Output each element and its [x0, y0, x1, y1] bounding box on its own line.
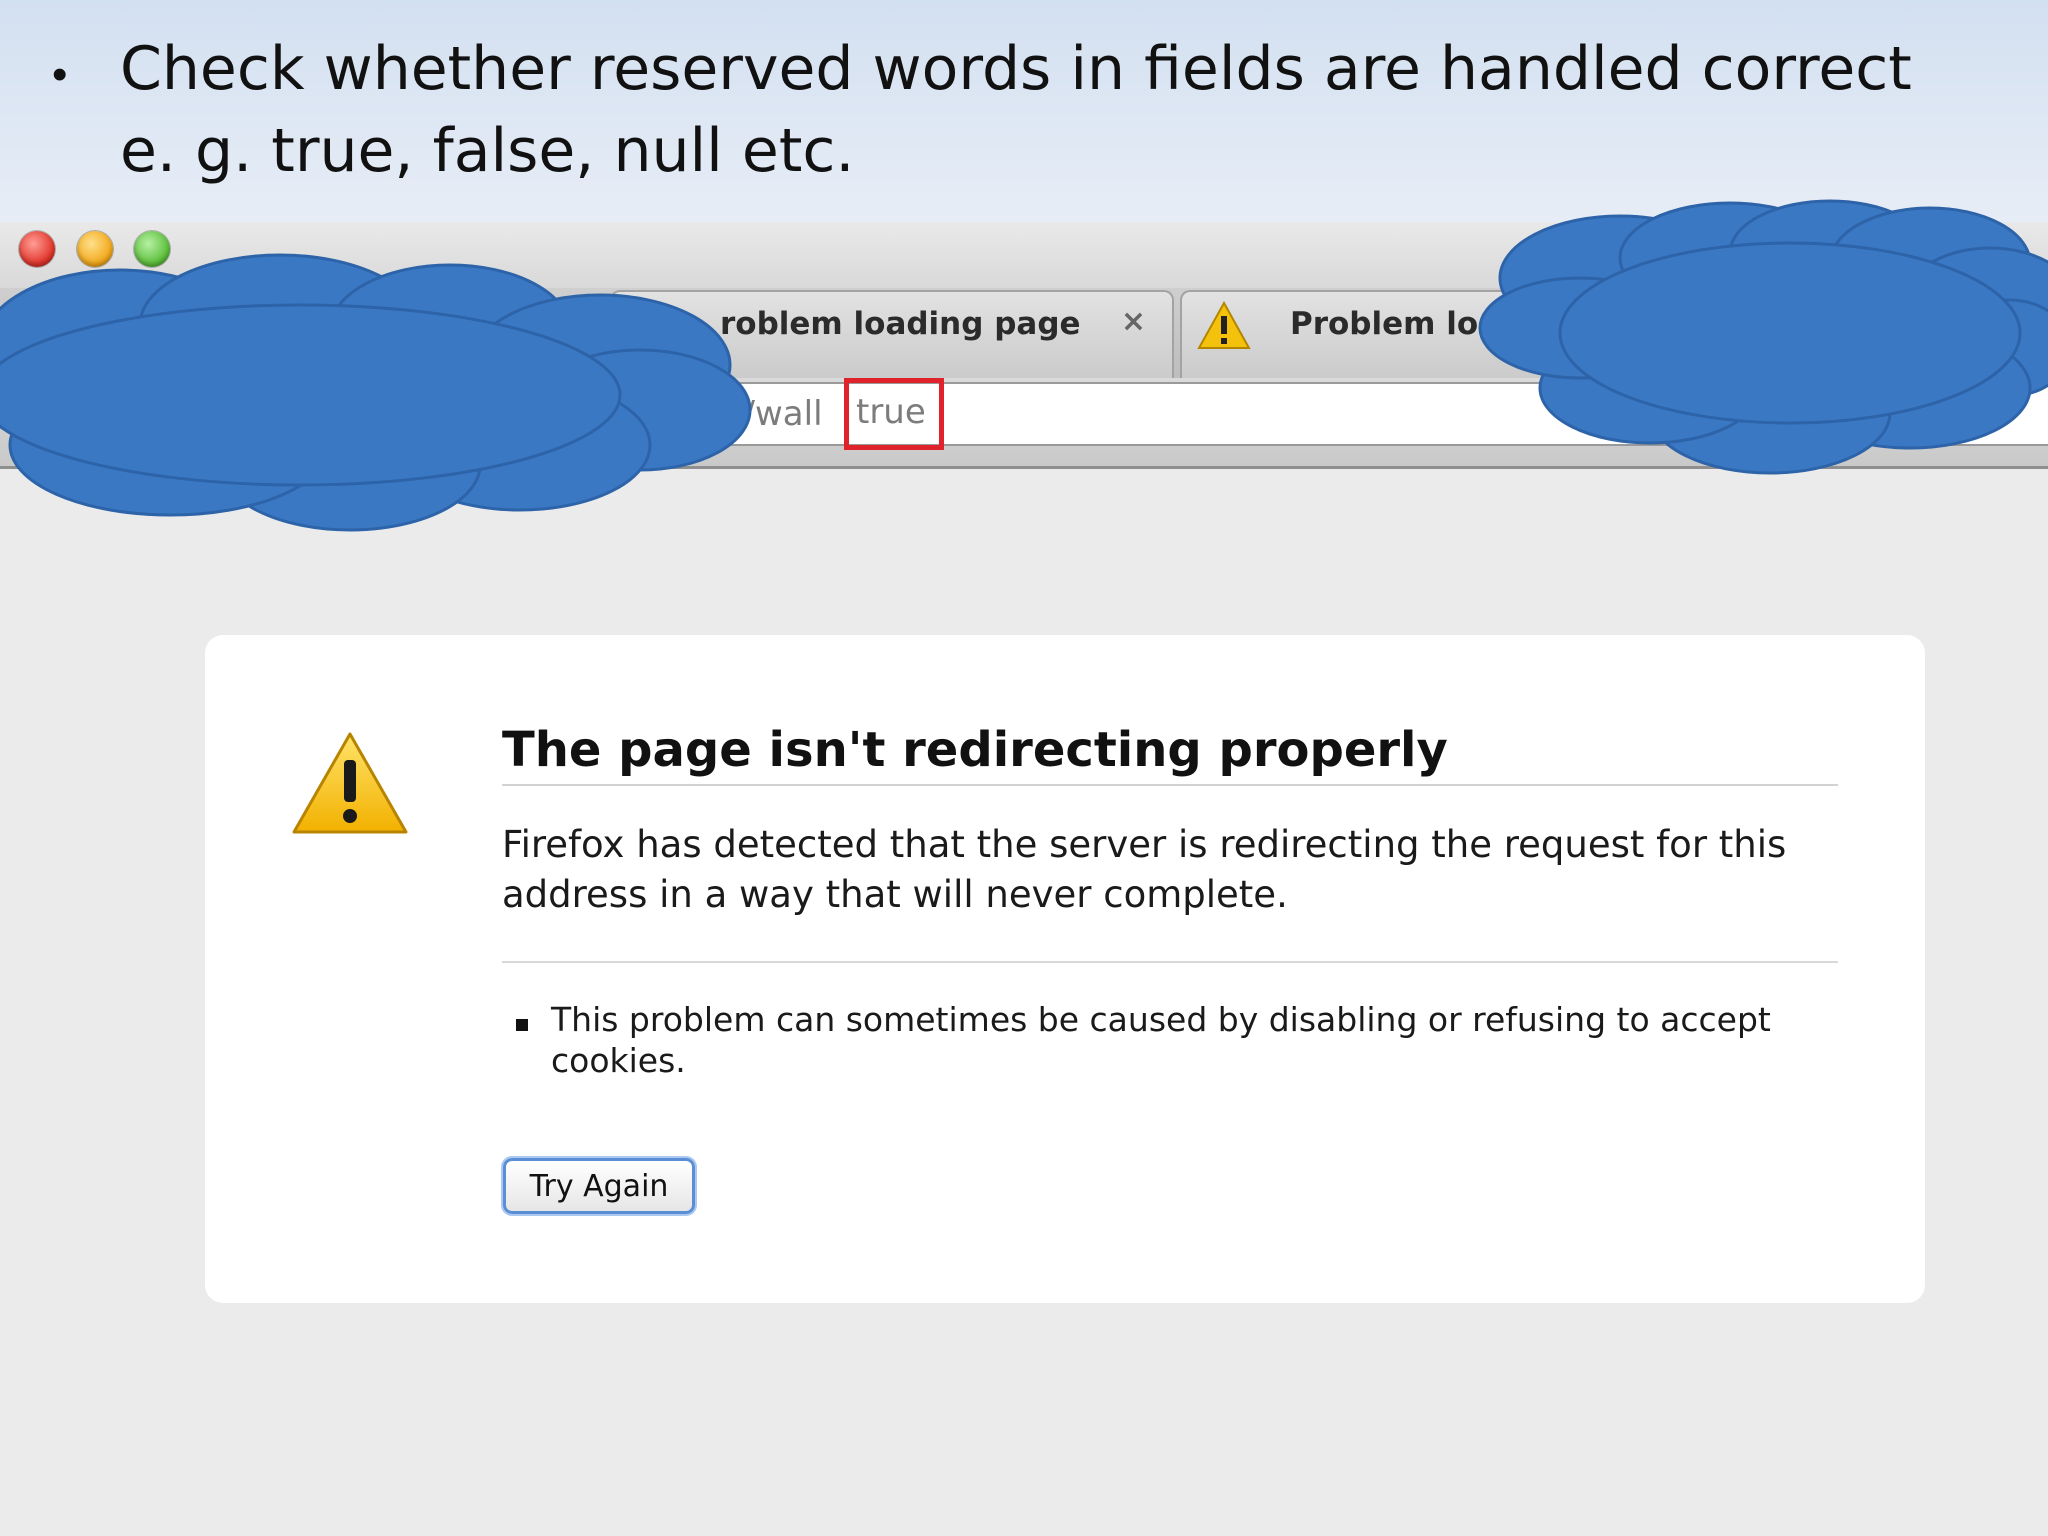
url-highlight-box — [844, 378, 944, 450]
slide-bullet-text: Check whether reserved words in fields a… — [120, 34, 1912, 186]
title-divider — [502, 784, 1838, 786]
try-again-button[interactable]: Try Again — [503, 1158, 695, 1214]
error-description: Firefox has detected that the server is … — [502, 823, 1787, 916]
slide-bullet-symbol: • — [52, 50, 68, 99]
description-divider — [502, 961, 1838, 963]
tab-close-icon[interactable]: × — [1121, 304, 1146, 339]
error-title: The page isn't redirecting properly — [502, 722, 1448, 778]
redaction-cloud-left — [0, 253, 752, 532]
warning-icon — [1196, 300, 1252, 360]
warning-icon — [288, 728, 412, 844]
tab-label: Problem loa — [1290, 306, 1500, 342]
tab-label: roblem loading page — [720, 306, 1081, 342]
hint-bullet — [516, 1019, 528, 1031]
redaction-cloud-right — [1478, 199, 2048, 475]
hint-text: This problem can sometimes be caused by … — [551, 1000, 1771, 1080]
